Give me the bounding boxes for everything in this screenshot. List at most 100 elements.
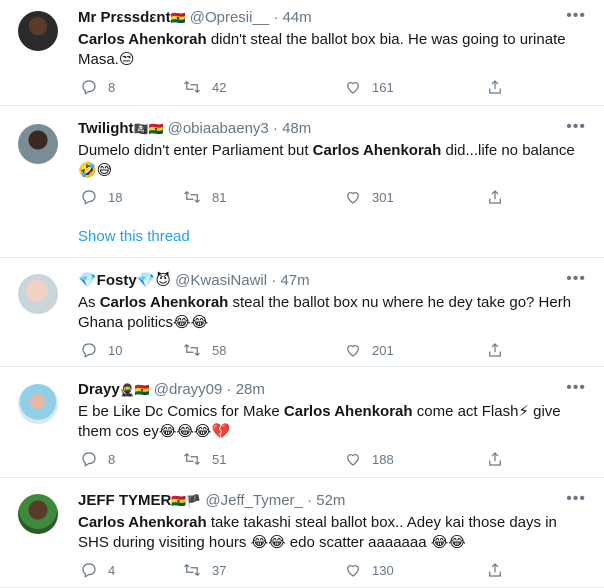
more-icon[interactable]: ••• xyxy=(566,490,586,508)
display-name[interactable]: Mr Prεssdεnt xyxy=(78,9,171,26)
retweet-icon xyxy=(182,78,202,96)
retweet-count: 37 xyxy=(212,562,227,578)
username[interactable]: @drayy09 xyxy=(154,381,223,398)
separator: · xyxy=(307,492,313,509)
reply-count: 10 xyxy=(108,342,123,358)
more-icon[interactable]: ••• xyxy=(566,270,586,288)
tweet-text-pre: E be Like Dc Comics for Make xyxy=(78,403,284,420)
display-name[interactable]: JEFF TYMER xyxy=(78,492,171,509)
name-emoji: 🏴‍☠️🇬🇭 xyxy=(133,122,164,136)
reply-button[interactable]: 8 xyxy=(80,450,115,468)
tweet[interactable]: Drayy🥷🇬🇭 @drayy09 · 28m ••• E be Like Dc… xyxy=(0,366,604,478)
retweet-icon xyxy=(182,188,202,206)
display-name[interactable]: Drayy xyxy=(78,381,120,398)
avatar[interactable] xyxy=(18,274,58,314)
username[interactable]: @Opresii__ xyxy=(190,9,269,26)
reply-button[interactable]: 10 xyxy=(80,341,122,359)
like-count: 201 xyxy=(372,342,394,358)
tweet-header: 💎Fosty💎😈 @KwasiNawil · 47m xyxy=(78,271,564,291)
more-icon[interactable]: ••• xyxy=(566,379,586,397)
tweet[interactable]: 💎Fosty💎😈 @KwasiNawil · 47m ••• As Carlos… xyxy=(0,257,604,367)
like-button[interactable]: 188 xyxy=(344,450,394,468)
more-icon[interactable]: ••• xyxy=(566,7,586,25)
retweet-button[interactable]: 42 xyxy=(182,78,226,96)
share-icon xyxy=(486,78,504,96)
like-count: 130 xyxy=(372,562,394,578)
tweet[interactable]: Twilight🏴‍☠️🇬🇭 @obiaabaeny3 · 48m ••• Du… xyxy=(0,105,604,258)
tweet[interactable]: JEFF TYMER🇬🇭🏴 @Jeff_Tymer_ · 52m ••• Car… xyxy=(0,477,604,588)
share-button[interactable] xyxy=(486,561,504,579)
reply-button[interactable]: 18 xyxy=(80,188,122,206)
reply-icon xyxy=(80,450,98,468)
display-name[interactable]: 💎Fosty💎😈 xyxy=(78,272,171,289)
share-icon xyxy=(486,450,504,468)
separator: · xyxy=(271,272,277,289)
avatar[interactable] xyxy=(18,11,58,51)
share-icon xyxy=(486,341,504,359)
retweet-button[interactable]: 51 xyxy=(182,450,226,468)
like-icon xyxy=(344,561,362,579)
reply-count: 8 xyxy=(108,79,116,95)
tweet-header: Twilight🏴‍☠️🇬🇭 @obiaabaeny3 · 48m xyxy=(78,119,564,139)
like-count: 301 xyxy=(372,189,394,205)
tweet-actions: 8 51 188 xyxy=(78,450,584,470)
reply-button[interactable]: 8 xyxy=(80,78,115,96)
reply-icon xyxy=(80,341,98,359)
share-button[interactable] xyxy=(486,450,504,468)
display-name[interactable]: Twilight xyxy=(78,120,134,137)
reply-icon xyxy=(80,188,98,206)
share-button[interactable] xyxy=(486,78,504,96)
tweet-text: E be Like Dc Comics for Make Carlos Ahen… xyxy=(78,402,578,442)
like-count: 161 xyxy=(372,79,394,95)
tweet[interactable]: Mr Prεssdεnt🇬🇭 @Opresii__ · 44m ••• Carl… xyxy=(0,0,604,106)
separator: · xyxy=(273,9,279,26)
username[interactable]: @obiaabaeny3 xyxy=(168,120,269,137)
retweet-icon xyxy=(182,450,202,468)
mention-bold: Carlos Ahenkorah xyxy=(99,294,229,311)
timestamp[interactable]: 28m xyxy=(236,381,265,398)
avatar[interactable] xyxy=(18,124,58,164)
retweet-button[interactable]: 37 xyxy=(182,561,226,579)
more-icon[interactable]: ••• xyxy=(566,118,586,136)
avatar[interactable] xyxy=(18,384,58,424)
like-icon xyxy=(344,341,362,359)
username[interactable]: @KwasiNawil xyxy=(175,272,267,289)
like-button[interactable]: 130 xyxy=(344,561,394,579)
mention-bold: Carlos Ahenkorah xyxy=(78,31,207,48)
timestamp[interactable]: 48m xyxy=(282,120,311,137)
retweet-count: 58 xyxy=(212,342,227,358)
like-button[interactable]: 301 xyxy=(344,188,394,206)
mention-bold: Carlos Ahenkorah xyxy=(283,403,413,420)
retweet-count: 51 xyxy=(212,451,227,467)
retweet-button[interactable]: 58 xyxy=(182,341,226,359)
tweet-text-pre: As xyxy=(78,294,100,311)
tweet-header: JEFF TYMER🇬🇭🏴 @Jeff_Tymer_ · 52m xyxy=(78,491,564,511)
like-button[interactable]: 161 xyxy=(344,78,394,96)
tweet-actions: 8 42 161 xyxy=(78,78,584,98)
show-thread-link[interactable]: Show this thread xyxy=(78,228,190,245)
retweet-count: 81 xyxy=(212,189,227,205)
tweet-text: Dumelo didn't enter Parliament but Carlo… xyxy=(78,141,578,181)
like-icon xyxy=(344,78,362,96)
like-icon xyxy=(344,188,362,206)
timestamp[interactable]: 52m xyxy=(316,492,345,509)
retweet-button[interactable]: 81 xyxy=(182,188,226,206)
reply-count: 8 xyxy=(108,451,116,467)
share-button[interactable] xyxy=(486,341,504,359)
tweet-text: As Carlos Ahenkorah steal the ballot box… xyxy=(78,293,578,333)
avatar[interactable] xyxy=(18,494,58,534)
reply-icon xyxy=(80,561,98,579)
share-icon xyxy=(486,188,504,206)
like-button[interactable]: 201 xyxy=(344,341,394,359)
reply-button[interactable]: 4 xyxy=(80,561,115,579)
username[interactable]: @Jeff_Tymer_ xyxy=(205,492,303,509)
tweet-actions: 18 81 301 xyxy=(78,188,584,208)
retweet-icon xyxy=(182,561,202,579)
share-button[interactable] xyxy=(486,188,504,206)
mention-bold: Carlos Ahenkorah xyxy=(312,142,442,159)
tweet-header: Mr Prεssdεnt🇬🇭 @Opresii__ · 44m xyxy=(78,8,564,28)
name-emoji: 🥷🇬🇭 xyxy=(119,383,150,397)
timestamp[interactable]: 44m xyxy=(283,9,312,26)
tweet-text: Carlos Ahenkorah take takashi steal ball… xyxy=(78,513,578,553)
timestamp[interactable]: 47m xyxy=(280,272,309,289)
